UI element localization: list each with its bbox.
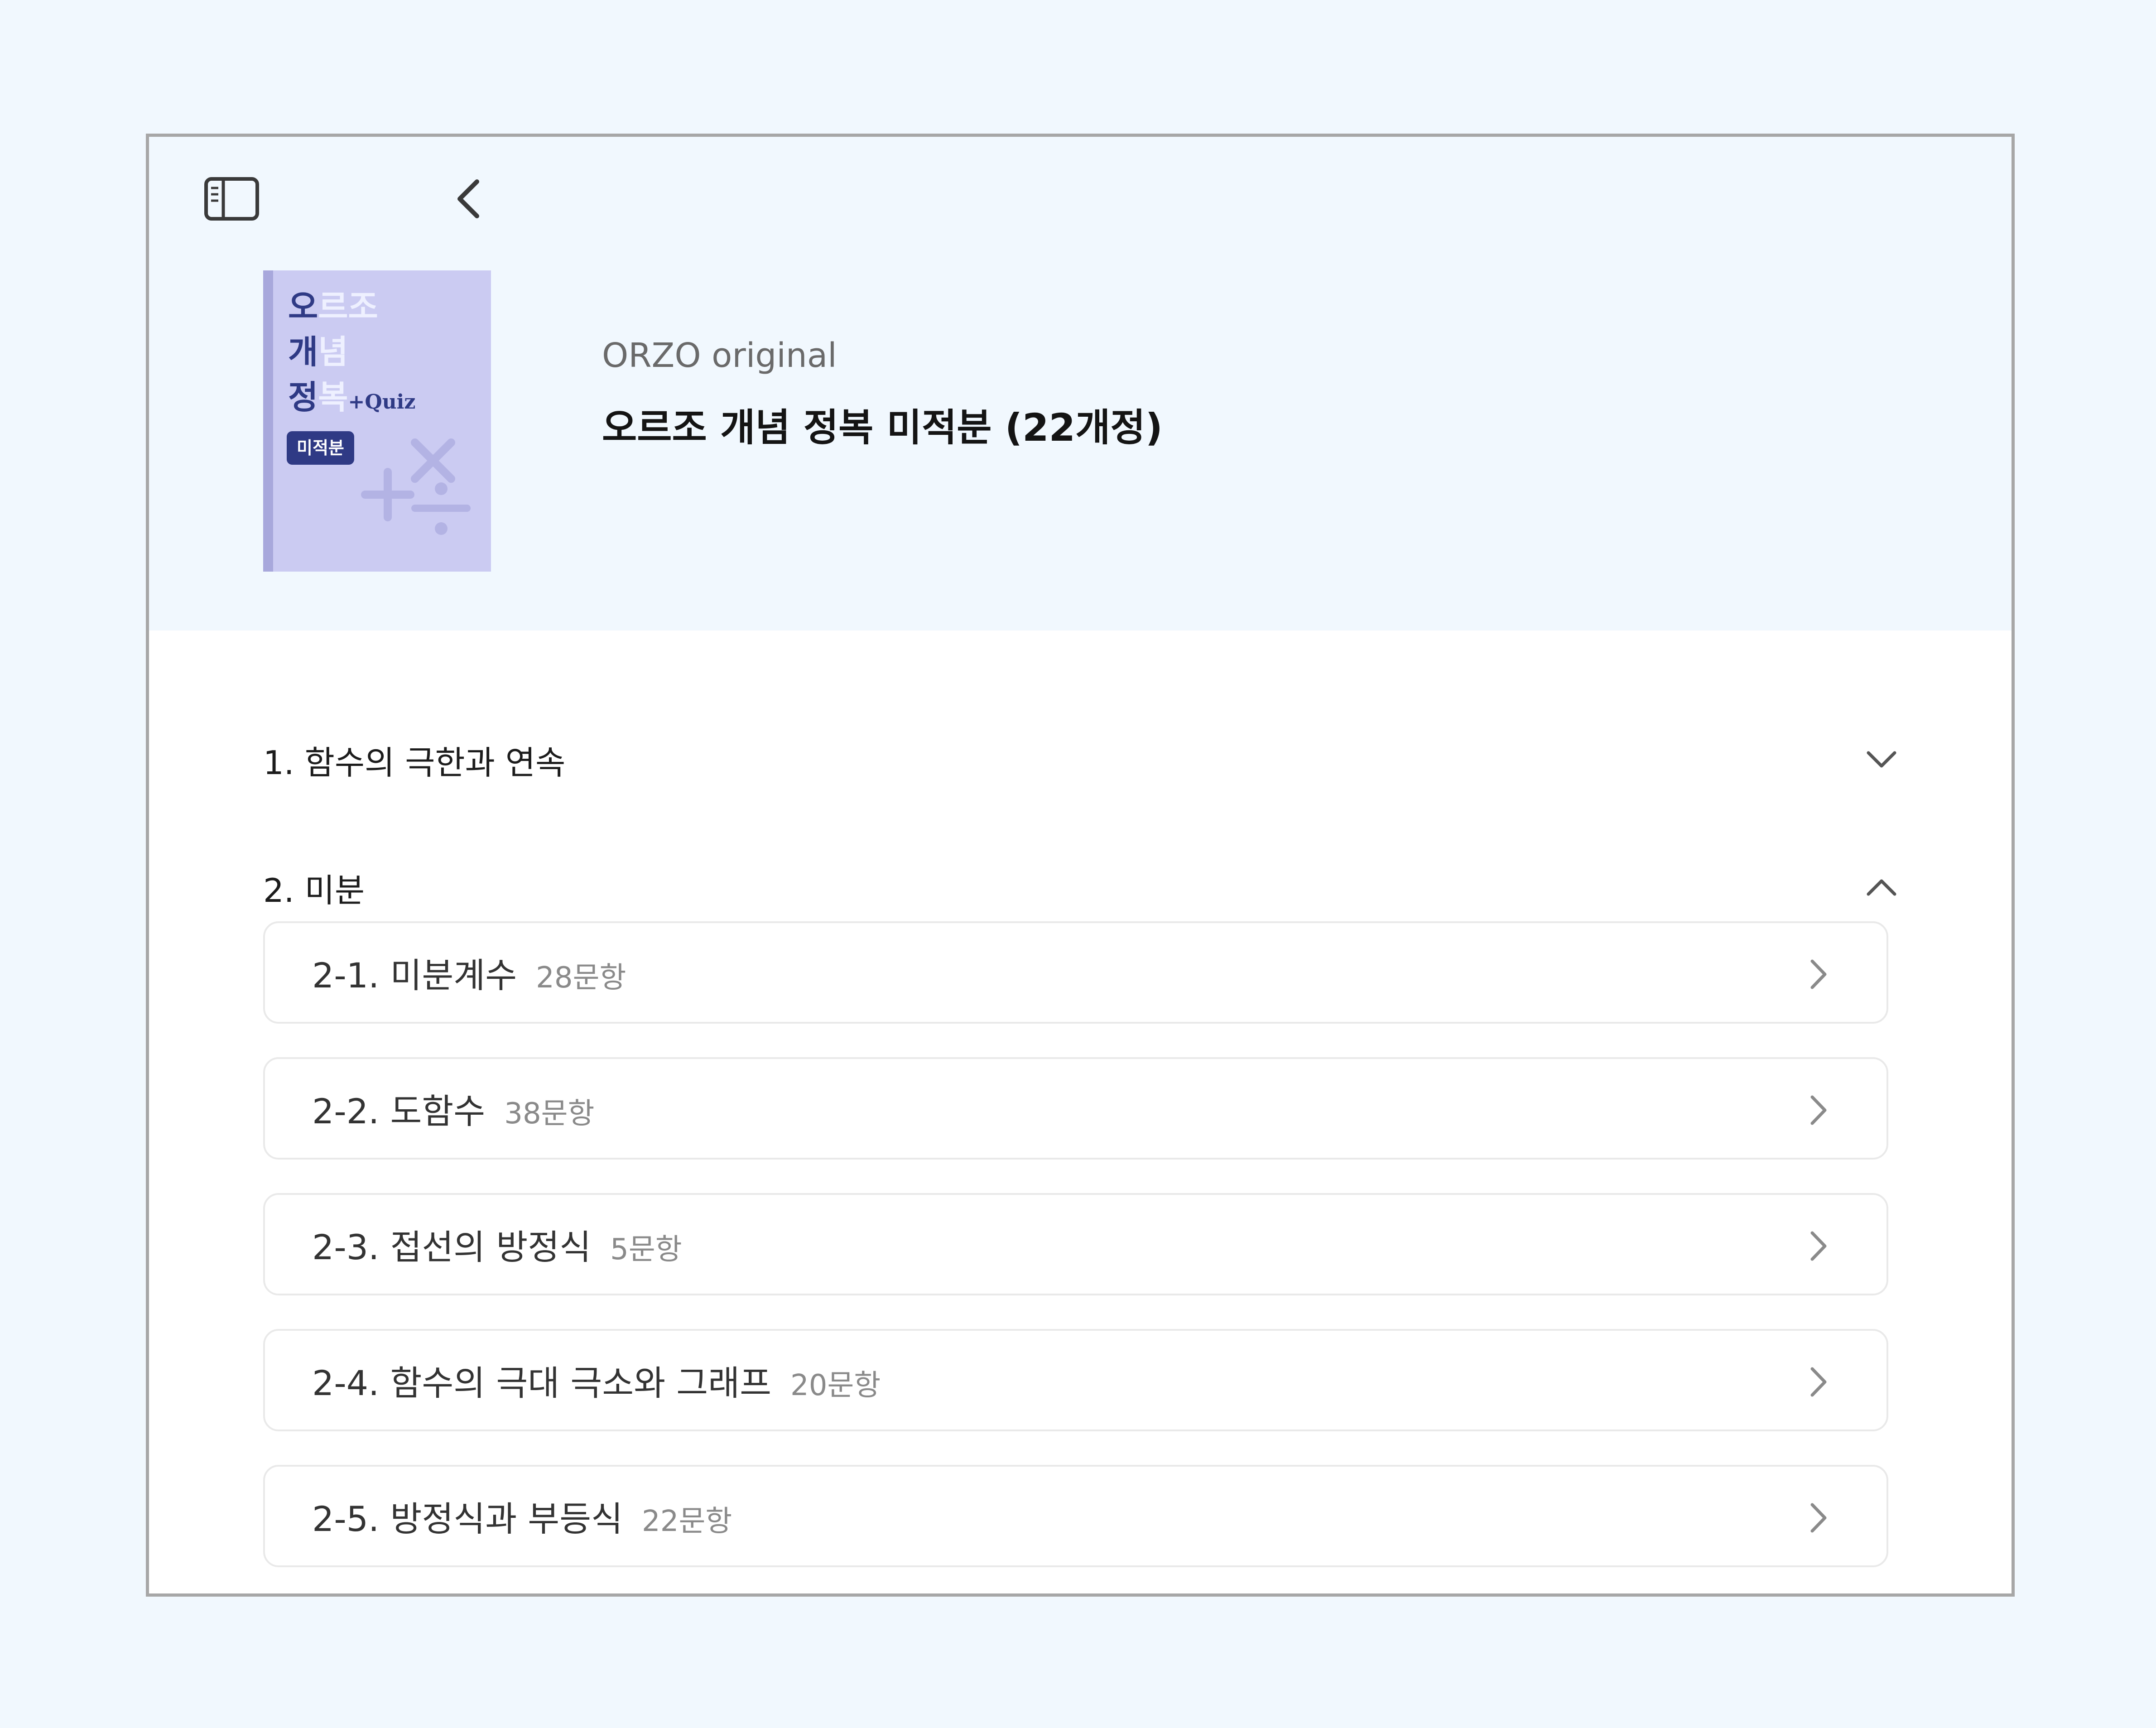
cover-title-char: 정 [288, 378, 318, 416]
chapter-item-label: 2-1. 미분계수 28문항 [312, 948, 626, 997]
chevron-right-icon [1810, 1367, 1827, 1397]
cover-subject-badge: 미적분 [287, 431, 354, 465]
chapter-title: 2-4. 함수의 극대 극소와 그래프 [312, 1363, 772, 1403]
chapter-item-2-1[interactable]: 2-1. 미분계수 28문항 [263, 921, 1888, 1024]
cover-title-char: 오 [288, 287, 318, 326]
cover-title-char: 념 [318, 332, 348, 371]
section-title: 2. 미분 [263, 871, 365, 910]
sidebar-toggle-icon[interactable] [203, 175, 260, 223]
book-publisher: ORZO original [602, 336, 837, 375]
chapter-title: 2-1. 미분계수 [312, 955, 517, 996]
section-header-limits[interactable]: 1. 함수의 극한과 연속 [263, 728, 1897, 791]
book-cover: 오르조 개념 정복+Quiz 미적분 [263, 270, 491, 572]
chapter-title: 2-3. 접선의 방정식 [312, 1227, 592, 1267]
cover-title-char: 개 [288, 332, 318, 371]
question-count: 22문항 [642, 1505, 732, 1538]
cover-title: 오르조 개념 정복+Quiz [288, 284, 415, 425]
chapter-item-2-3[interactable]: 2-3. 접선의 방정식 5문항 [263, 1193, 1888, 1295]
chevron-right-icon [1810, 1095, 1827, 1125]
back-icon[interactable] [443, 175, 493, 223]
chevron-down-icon [1867, 751, 1896, 768]
chevron-up-icon [1867, 879, 1896, 896]
chevron-right-icon [1810, 1503, 1827, 1533]
chapter-item-label: 2-4. 함수의 극대 극소와 그래프 20문항 [312, 1355, 881, 1405]
chapter-item-2-4[interactable]: 2-4. 함수의 극대 극소와 그래프 20문항 [263, 1329, 1888, 1431]
section-header-differentiation[interactable]: 2. 미분 [263, 856, 1897, 919]
cover-spine [263, 270, 273, 572]
question-count: 5문항 [610, 1233, 682, 1266]
question-count: 20문항 [790, 1369, 881, 1402]
chapter-title: 2-5. 방정식과 부등식 [312, 1499, 623, 1539]
chapter-item-label: 2-3. 접선의 방정식 5문항 [312, 1219, 682, 1269]
chapter-item-label: 2-2. 도함수 38문항 [312, 1083, 594, 1133]
cover-title-char: 르조 [318, 287, 378, 326]
chevron-right-icon [1810, 959, 1827, 989]
cover-quiz-label: +Quiz [348, 390, 416, 414]
math-symbols-icon [361, 438, 471, 535]
book-header: 오르조 개념 정복+Quiz 미적분 ORZO original 오르조 개념 … [149, 137, 2012, 631]
question-count: 38문항 [504, 1097, 595, 1131]
chapter-item-2-2[interactable]: 2-2. 도함수 38문항 [263, 1057, 1888, 1160]
book-title: 오르조 개념 정복 미적분 (22개정) [602, 405, 1163, 450]
app-window: 오르조 개념 정복+Quiz 미적분 ORZO original 오르조 개념 … [146, 134, 2015, 1597]
chapter-title: 2-2. 도함수 [312, 1091, 486, 1131]
chapter-item-2-5[interactable]: 2-5. 방정식과 부등식 22문항 [263, 1465, 1888, 1567]
section-title: 1. 함수의 극한과 연속 [263, 743, 566, 782]
chevron-right-icon [1810, 1231, 1827, 1261]
cover-title-char: 복 [318, 378, 348, 416]
chapter-item-label: 2-5. 방정식과 부등식 22문항 [312, 1491, 732, 1541]
question-count: 28문항 [536, 961, 626, 995]
